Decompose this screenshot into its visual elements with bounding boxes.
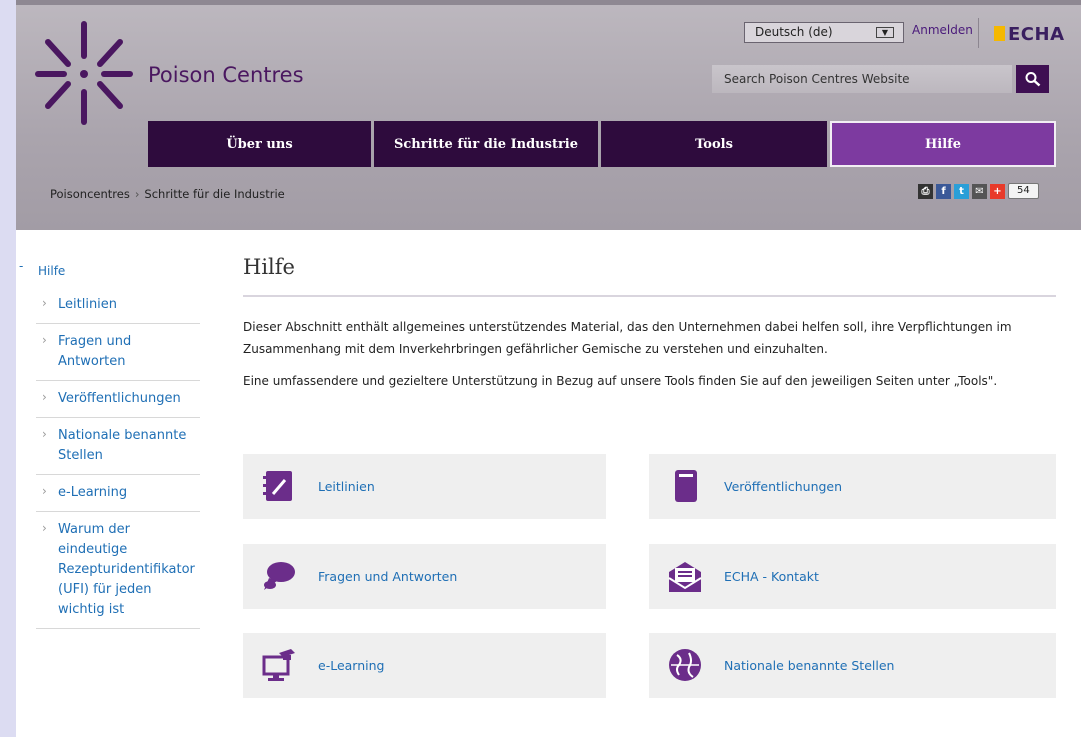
chevron-down-icon: ▼ (876, 27, 894, 38)
card-e-learning[interactable]: e-Learning (243, 633, 606, 698)
nav-item-ueber-uns[interactable]: Über uns (148, 121, 371, 167)
breadcrumb-item[interactable]: Schritte für die Industrie (144, 187, 284, 201)
search-input[interactable]: Search Poison Centres Website (712, 65, 1012, 93)
sidebar: - Hilfe › Leitlinien › Fragen und Antworte… (16, 255, 204, 629)
nav-item-tools[interactable]: Tools (601, 121, 827, 167)
share-bar: ⎙ f t ✉ + 54 (918, 182, 1039, 200)
title-divider (243, 295, 1056, 297)
speech-bubble-icon (264, 562, 295, 590)
chevron-right-icon: › (42, 484, 47, 498)
search-button[interactable] (1016, 65, 1049, 93)
login-link[interactable]: Anmelden (912, 23, 973, 37)
card-fragen-und-antworten[interactable]: Fragen und Antworten (243, 544, 606, 609)
sidebar-item-leitlinien[interactable]: › Leitlinien (36, 287, 200, 324)
chevron-right-icon: › (42, 521, 47, 535)
breadcrumb-separator-icon: › (134, 187, 140, 201)
card-nationale-benannte-stellen[interactable]: Nationale benannte Stellen (649, 633, 1056, 698)
card-label: Leitlinien (318, 479, 375, 494)
chevron-right-icon: › (42, 390, 47, 404)
addthis-plus-icon[interactable]: + (990, 183, 1005, 199)
monitor-graduation-cap-icon (262, 649, 295, 681)
site-header: Poison Centres Deutsch (de) ▼ Anmelden E… (16, 0, 1081, 230)
sidebar-item-label: Fragen und Antworten (58, 334, 132, 369)
sidebar-item-e-learning[interactable]: › e-Learning (36, 475, 200, 512)
sidebar-item-nationale-benannte-stellen[interactable]: › Nationale benannte Stellen (36, 418, 200, 475)
breadcrumb: Poisoncentres › Schritte für die Industrie (50, 187, 285, 201)
print-icon[interactable]: ⎙ (918, 183, 933, 199)
sidebar-item-fragen-und-antworten[interactable]: › Fragen und Antworten (36, 324, 200, 381)
card-label: Fragen und Antworten (318, 569, 458, 584)
card-echa-kontakt[interactable]: ECHA - Kontakt (649, 544, 1056, 609)
share-count: 54 (1008, 183, 1039, 199)
sidebar-root-label: Hilfe (38, 264, 66, 278)
search-icon (1025, 72, 1041, 87)
intro-paragraph: Dieser Abschnitt enthält allgemeines unt… (243, 320, 1012, 356)
card-label: Nationale benannte Stellen (724, 658, 895, 673)
sidebar-item-label: Leitlinien (58, 297, 118, 312)
chevron-right-icon: › (42, 333, 47, 347)
nav-item-hilfe[interactable]: Hilfe (830, 121, 1056, 167)
tools-paragraph: Eine umfassendere und gezieltere Unterst… (243, 374, 998, 388)
echa-logo[interactable]: ECHA (994, 24, 1065, 45)
sidebar-item-ufi[interactable]: › Warum der eindeutige Rezepturidentifika… (36, 512, 200, 629)
mail-envelope-icon (668, 562, 702, 592)
sidebar-item-label: Nationale benannte Stellen (58, 428, 187, 463)
echa-logo-text: ECHA (1008, 24, 1065, 45)
twitter-icon[interactable]: t (954, 183, 969, 199)
chevron-right-icon: › (42, 427, 47, 441)
page-title: Hilfe (243, 255, 295, 279)
card-veroeffentlichungen[interactable]: Veröffentlichungen (649, 454, 1056, 519)
sidebar-item-label: Warum der eindeutige Rezepturidentifikat… (58, 522, 195, 617)
email-share-icon[interactable]: ✉ (972, 183, 987, 199)
card-label: ECHA - Kontakt (724, 569, 819, 584)
collapse-minus-icon[interactable]: - (19, 259, 23, 273)
facebook-icon[interactable]: f (936, 183, 951, 199)
card-label: Veröffentlichungen (724, 479, 843, 494)
sidebar-item-label: Veröffentlichungen (58, 391, 181, 406)
card-leitlinien[interactable]: Leitlinien (243, 454, 606, 519)
sidebar-item-veroeffentlichungen[interactable]: › Veröffentlichungen (36, 381, 200, 418)
nav-item-schritte-fuer-die-industrie[interactable]: Schritte für die Industrie (374, 121, 598, 167)
chevron-right-icon: › (42, 296, 47, 310)
language-selected-value: Deutsch (de) (755, 25, 833, 39)
language-select[interactable]: Deutsch (de) ▼ (744, 22, 904, 43)
left-page-strip (0, 0, 16, 737)
guidance-book-icon (263, 471, 292, 501)
header-separator (978, 18, 979, 48)
site-title[interactable]: Poison Centres (148, 63, 304, 87)
header-top-line (16, 0, 1081, 5)
globe-icon (669, 649, 701, 681)
card-label: e-Learning (318, 658, 385, 673)
poison-centres-logo[interactable] (34, 18, 134, 128)
main-nav: Über uns Schritte für die Industrie Tool… (148, 121, 1056, 167)
echa-logo-mark-icon (994, 26, 1005, 41)
breadcrumb-item[interactable]: Poisoncentres (50, 187, 130, 201)
publication-book-icon (675, 470, 697, 502)
sidebar-item-label: e-Learning (58, 485, 128, 500)
sidebar-root-hilfe[interactable]: - Hilfe (16, 255, 204, 287)
